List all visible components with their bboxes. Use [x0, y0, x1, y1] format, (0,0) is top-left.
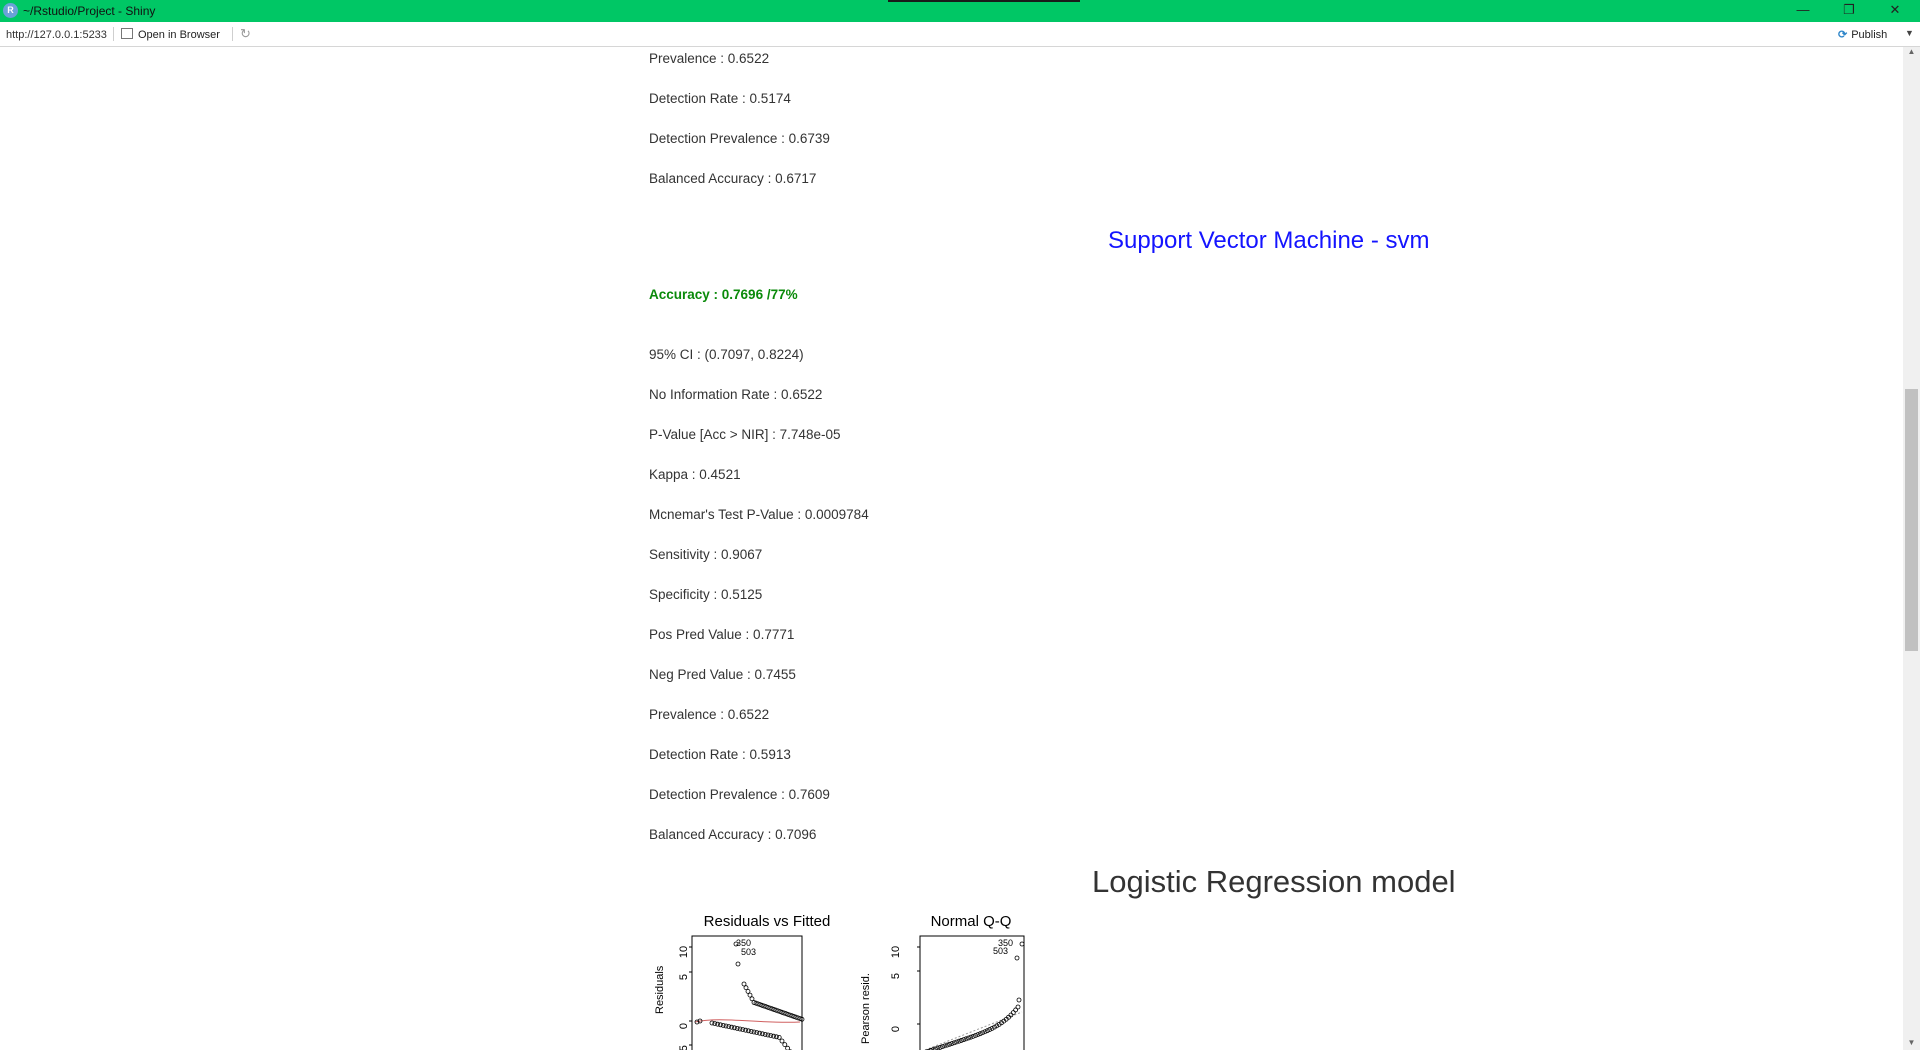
plot2-ytick: 0	[890, 1026, 902, 1032]
svm-metric-ci: 95% CI : (0.7097, 0.8224)	[649, 347, 804, 362]
viewer-toolbar: http://127.0.0.1:5233 Open in Browser ↻ …	[0, 22, 1920, 47]
plot2-point-label: 503	[993, 946, 1008, 956]
close-button[interactable]: ✕	[1872, 0, 1918, 22]
plot2-point	[1010, 1010, 1016, 1016]
plot1-ylabel: Residuals	[654, 965, 666, 1014]
plot1-ytick: -5	[678, 1045, 690, 1050]
svm-metric-neg-pred: Neg Pred Value : 0.7455	[649, 667, 796, 682]
plot1-point	[785, 1045, 790, 1050]
plot2-ytick: 5	[890, 973, 902, 979]
open-in-browser-button[interactable]: Open in Browser	[121, 28, 220, 41]
metric-detection-rate-prev: Detection Rate : 0.5174	[649, 91, 791, 106]
metric-prevalence-prev: Prevalence : 0.6522	[649, 51, 770, 66]
shiny-app-content: Prevalence : 0.6522 Detection Rate : 0.5…	[0, 47, 1903, 1050]
metric-balanced-accuracy-prev: Balanced Accuracy : 0.6717	[649, 171, 817, 186]
window-title: ~/Rstudio/Project - Shiny	[23, 4, 156, 18]
svm-metric-detection-prevalence: Detection Prevalence : 0.7609	[649, 787, 830, 802]
publish-icon: ⟳	[1838, 29, 1848, 41]
focus-indicator	[888, 0, 1080, 2]
plot2-point	[1015, 1004, 1021, 1010]
vertical-scrollbar[interactable]: ▲ ▼	[1903, 47, 1920, 1050]
plot2-point	[961, 1037, 967, 1043]
svm-metric-pos-pred: Pos Pred Value : 0.7771	[649, 627, 795, 642]
svm-metric-sensitivity: Sensitivity : 0.9067	[649, 547, 763, 562]
refresh-icon[interactable]: ↻	[240, 26, 254, 41]
svm-metric-specificity: Specificity : 0.5125	[649, 587, 763, 602]
scroll-down-icon[interactable]: ▼	[1903, 1038, 1920, 1050]
svm-metric-nir: No Information Rate : 0.6522	[649, 387, 823, 402]
plot2-point	[973, 1033, 978, 1038]
plot2-point	[966, 1035, 971, 1041]
plot2-point	[977, 1031, 983, 1037]
svm-metric-kappa: Kappa : 0.4521	[649, 467, 741, 482]
rstudio-app-icon: R	[3, 3, 18, 18]
logistic-diagnostic-plots: Residuals vs Fitted Residuals 10 5 0 -5 …	[654, 913, 1025, 1050]
publish-button[interactable]: ⟳ Publish	[1838, 28, 1887, 41]
plot2-frame	[919, 935, 1025, 1050]
plot2-point	[1019, 941, 1025, 947]
plot1-point	[735, 961, 741, 967]
plot2-point	[1016, 997, 1022, 1003]
plot2-ytick: 10	[890, 946, 902, 958]
scroll-up-icon[interactable]: ▲	[1903, 47, 1920, 59]
plot2-point	[963, 1036, 969, 1042]
svm-metric-detection-rate: Detection Rate : 0.5913	[649, 747, 791, 762]
plot2-point	[1014, 955, 1020, 961]
svm-metric-balanced-accuracy: Balanced Accuracy : 0.7096	[649, 827, 817, 842]
plot2-points	[924, 941, 1025, 1050]
maximize-button[interactable]: ❐	[1826, 0, 1872, 22]
plot1-ytick: 10	[678, 946, 690, 958]
plot2-ylabel: Pearson resid.	[860, 973, 872, 1044]
plot1-points	[694, 941, 805, 1050]
plot2-point	[975, 1032, 981, 1037]
window-titlebar: R ~/Rstudio/Project - Shiny — ❐ ✕	[0, 0, 1920, 22]
plot1-point	[782, 1042, 788, 1048]
publish-label: Publish	[1851, 29, 1888, 41]
plot1-point	[776, 1034, 782, 1040]
url-field[interactable]: http://127.0.0.1:5233	[6, 29, 107, 41]
toolbar-divider	[232, 27, 233, 41]
plot2-point	[968, 1034, 974, 1040]
plot1-point-label: 503	[741, 947, 756, 957]
normal-qq-plot: Normal Q-Q Pearson resid. 10 5 0 350 503	[860, 913, 1025, 1050]
svm-metric-pvalue: P-Value [Acc > NIR] : 7.748e-05	[649, 427, 841, 442]
plot2-title: Normal Q-Q	[931, 913, 1012, 930]
logistic-heading: Logistic Regression model	[1092, 864, 1456, 899]
plot1-ytick: 5	[678, 974, 690, 980]
minimize-button[interactable]: —	[1780, 0, 1826, 22]
residuals-vs-fitted-plot: Residuals vs Fitted Residuals 10 5 0 -5 …	[654, 913, 830, 1050]
plot1-point	[779, 1038, 785, 1044]
open-in-browser-icon	[121, 28, 133, 39]
plot2-point	[970, 1033, 976, 1039]
svm-accuracy: Accuracy : 0.7696 /77%	[649, 287, 798, 302]
open-in-browser-label: Open in Browser	[138, 29, 220, 41]
plot1-ytick: 0	[678, 1023, 690, 1029]
metric-detection-prevalence-prev: Detection Prevalence : 0.6739	[649, 131, 830, 146]
svm-heading: Support Vector Machine - svm	[1108, 227, 1430, 254]
scrollbar-thumb[interactable]	[1905, 389, 1918, 651]
toolbar-divider	[113, 27, 114, 41]
svm-metric-mcnemar: Mcnemar's Test P-Value : 0.0009784	[649, 507, 869, 522]
publish-dropdown-icon[interactable]: ▼	[1905, 28, 1914, 38]
plot1-title: Residuals vs Fitted	[704, 913, 831, 930]
svm-metric-prevalence: Prevalence : 0.6522	[649, 707, 770, 722]
